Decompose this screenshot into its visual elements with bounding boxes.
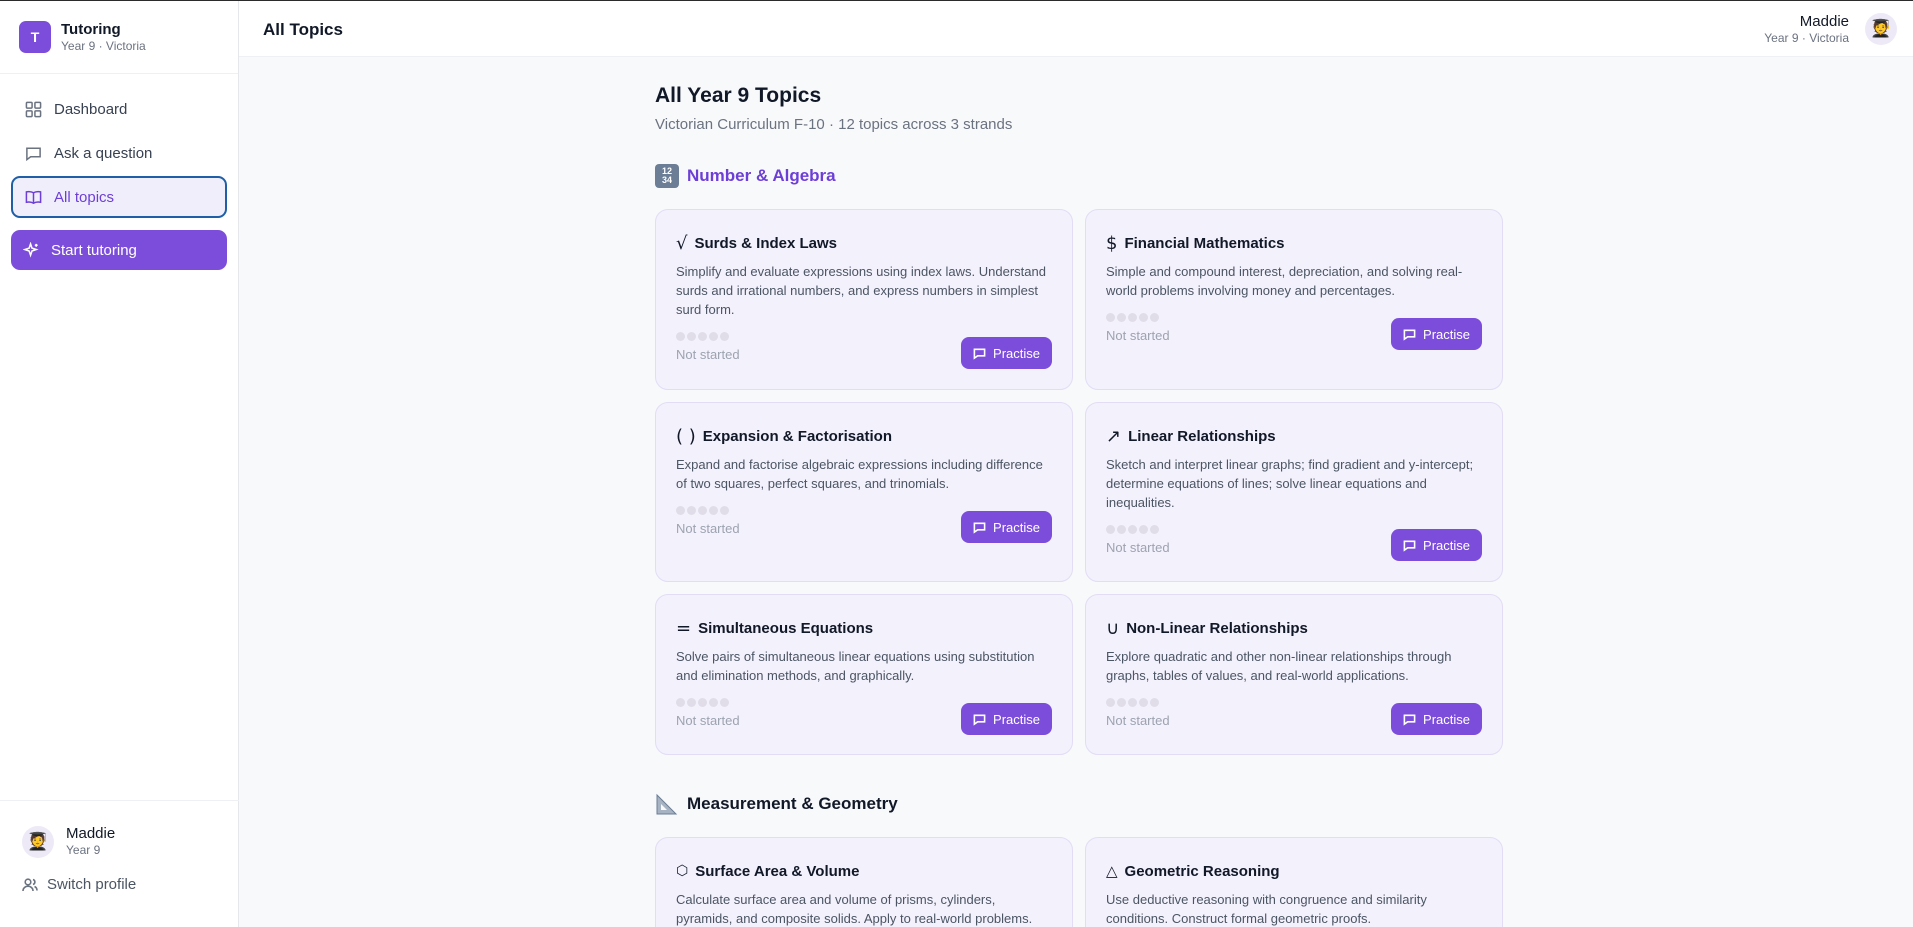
practise-button[interactable]: Practise	[961, 337, 1052, 369]
chat-icon	[973, 522, 986, 534]
strand-title: Number & Algebra	[687, 166, 836, 185]
topic-grid: ⬡ Surface Area & Volume Calculate surfac…	[655, 837, 1503, 927]
topic-card[interactable]: ( ) Expansion & Factorisation Expand and…	[655, 402, 1073, 582]
brand[interactable]: T Tutoring Year 9 · Victoria	[0, 1, 238, 74]
main-content: All Year 9 Topics Victorian Curriculum F…	[655, 57, 1503, 927]
chat-icon	[26, 147, 41, 161]
topic-card[interactable]: ∪ Non-Linear Relationships Explore quadr…	[1085, 594, 1503, 755]
page-title: All Year 9 Topics	[655, 84, 822, 107]
strand-header: 12 34 Number & Algebra	[655, 163, 1503, 189]
topic-description: Expand and factorise algebraic expressio…	[676, 457, 1043, 491]
topic-title: Geometric Reasoning	[1124, 862, 1280, 880]
sidebar-item-ask-question[interactable]: Ask a question	[11, 132, 227, 174]
topic-title: Simultaneous Equations	[698, 619, 874, 637]
header-user-sub: Year 9 · Victoria	[1764, 31, 1849, 45]
topic-card[interactable]: √ Surds & Index Laws Simplify and evalua…	[655, 209, 1073, 390]
page-subtitle: Victorian Curriculum F-10 · 12 topics ac…	[655, 116, 1013, 133]
hexagon-icon: ⬡	[676, 863, 689, 879]
app-logo: T	[19, 21, 51, 53]
topic-card[interactable]: = Simultaneous Equations Solve pairs of …	[655, 594, 1073, 755]
grid-icon	[25, 101, 42, 117]
sqrt-icon: √	[676, 232, 688, 254]
topic-card[interactable]: ↗ Linear Relationships Sketch and interp…	[1085, 402, 1503, 582]
topic-description: Explore quadratic and other non-linear r…	[1106, 649, 1452, 683]
practise-label: Practise	[1423, 326, 1470, 342]
sidebar-item-label: Dashboard	[54, 100, 128, 118]
practise-label: Practise	[1423, 537, 1470, 553]
topic-title: Linear Relationships	[1128, 427, 1276, 445]
practise-button[interactable]: Practise	[961, 703, 1052, 735]
window-top-border	[0, 0, 1913, 1]
practise-button[interactable]: Practise	[961, 511, 1052, 543]
app-subtitle: Year 9 · Victoria	[61, 38, 146, 53]
trend-arrow-icon: ↗	[1106, 425, 1122, 447]
practise-label: Practise	[1423, 711, 1470, 727]
sidebar-item-label: Ask a question	[54, 144, 153, 162]
ruler-triangle-icon	[655, 792, 679, 816]
sparkles-icon	[23, 241, 39, 258]
topic-card[interactable]: $ Financial Mathematics Simple and compo…	[1085, 209, 1503, 390]
start-tutoring-label: Start tutoring	[51, 241, 137, 259]
header-user-info[interactable]: Maddie Year 9 · Victoria	[1764, 13, 1849, 46]
parabola-icon: ∪	[1106, 617, 1120, 639]
switch-profile-label: Switch profile	[47, 876, 137, 893]
sidebar-item-label: All topics	[54, 188, 115, 206]
dollar-icon: $	[1106, 232, 1118, 254]
1234-icon: 12 34	[655, 164, 679, 188]
strand-title: Measurement & Geometry	[687, 794, 898, 813]
chat-icon	[973, 714, 986, 726]
topic-title: Financial Mathematics	[1124, 234, 1285, 252]
sidebar-nav: Dashboard Ask a question All topics Star…	[0, 74, 238, 270]
practise-label: Practise	[993, 711, 1040, 727]
chat-icon	[1403, 540, 1416, 552]
sidebar: T Tutoring Year 9 · Victoria Dashboard A…	[0, 1, 239, 927]
avatar[interactable]: 🧑‍🎓	[1865, 13, 1897, 45]
chat-icon	[1403, 329, 1416, 341]
topic-description: Simple and compound interest, depreciati…	[1106, 264, 1463, 298]
topic-title: Surds & Index Laws	[694, 234, 838, 252]
topic-card[interactable]: △ Geometric Reasoning Use deductive reas…	[1085, 837, 1503, 927]
strand-header: Measurement & Geometry	[655, 791, 1503, 817]
topic-description: Solve pairs of simultaneous linear equat…	[676, 649, 1035, 683]
avatar: 🧑‍🎓	[22, 825, 54, 858]
header-user-name: Maddie	[1799, 13, 1849, 30]
book-icon	[25, 190, 42, 204]
topic-description: Simplify and evaluate expressions using …	[676, 264, 1046, 317]
topic-grid: √ Surds & Index Laws Simplify and evalua…	[655, 209, 1503, 755]
topic-title: Non-Linear Relationships	[1126, 619, 1308, 637]
topic-description: Use deductive reasoning with congruence …	[1106, 892, 1427, 926]
profile-card[interactable]: 🧑‍🎓 Maddie Year 9	[22, 825, 217, 858]
practise-button[interactable]: Practise	[1391, 318, 1482, 350]
equals-icon: =	[676, 617, 692, 639]
topic-title: Expansion & Factorisation	[702, 427, 892, 445]
page-header-title: All Topics	[263, 20, 343, 39]
users-icon	[22, 877, 38, 891]
parentheses-icon: ( )	[676, 425, 696, 447]
practise-button[interactable]: Practise	[1391, 529, 1482, 561]
topic-description: Sketch and interpret linear graphs; find…	[1106, 457, 1474, 510]
topic-title: Surface Area & Volume	[695, 862, 860, 880]
profile-name: Maddie	[66, 825, 116, 842]
profile-year: Year 9	[66, 843, 101, 857]
triangle-icon: △	[1106, 862, 1118, 880]
switch-profile-link[interactable]: Switch profile	[22, 876, 217, 893]
app-name: Tutoring	[61, 20, 121, 38]
topic-description: Calculate surface area and volume of pri…	[676, 892, 1033, 926]
topic-card[interactable]: ⬡ Surface Area & Volume Calculate surfac…	[655, 837, 1073, 927]
practise-label: Practise	[993, 519, 1040, 535]
sidebar-footer: 🧑‍🎓 Maddie Year 9 Switch profile	[0, 800, 239, 927]
top-header: All Topics Maddie Year 9 · Victoria 🧑‍🎓	[239, 1, 1913, 57]
start-tutoring-button[interactable]: Start tutoring	[11, 230, 227, 270]
practise-label: Practise	[993, 345, 1040, 361]
chat-icon	[1403, 714, 1416, 726]
sidebar-item-all-topics[interactable]: All topics	[11, 176, 227, 218]
practise-button[interactable]: Practise	[1391, 703, 1482, 735]
chat-icon	[973, 348, 986, 360]
sidebar-item-dashboard[interactable]: Dashboard	[11, 88, 227, 130]
